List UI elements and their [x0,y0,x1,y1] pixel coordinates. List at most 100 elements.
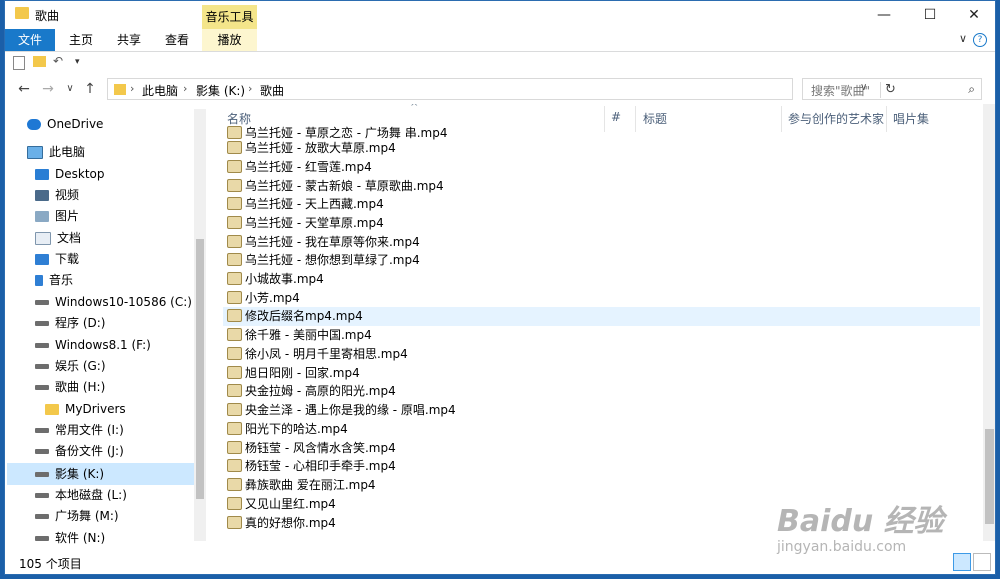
sidebar-scrollbar[interactable] [194,109,206,541]
properties-icon[interactable] [13,56,25,70]
file-row[interactable]: 小芳.mp4 [227,289,300,308]
video-file-icon [227,328,242,341]
sidebar-item-mydrivers[interactable]: MyDrivers [45,399,126,419]
sidebar-item-music[interactable]: 音乐 [35,270,73,290]
sidebar-item-downloads[interactable]: 下载 [35,249,79,269]
search-placeholder: 搜索"歌曲" [811,84,871,98]
sidebar-item-drive-j[interactable]: 备份文件 (J:) [35,441,124,461]
breadcrumb-drive-k[interactable]: 影集 (K:) [196,82,245,99]
sidebar-item-drive-l[interactable]: 本地磁盘 (L:) [35,485,127,505]
breadcrumb-separator[interactable]: › [248,82,252,95]
sidebar-item-drive-f[interactable]: Windows8.1 (F:) [35,335,151,355]
column-header-album[interactable]: 唱片集 [893,110,929,127]
sidebar-item-drive-k[interactable]: 影集 (K:) [35,464,104,484]
help-icon[interactable]: ? [973,33,987,47]
customize-dropdown-icon[interactable]: ▾ [75,57,80,67]
sidebar-scrollbar-thumb[interactable] [196,239,204,499]
breadcrumb-songs[interactable]: 歌曲 [260,82,284,99]
file-row[interactable]: 乌兰托娅 - 蒙古新娘 - 草原歌曲.mp4 [227,177,444,196]
back-button[interactable]: ← [15,80,33,98]
file-row[interactable]: 乌兰托娅 - 红雪莲.mp4 [227,158,372,177]
file-row[interactable]: 阳光下的哈达.mp4 [227,420,348,439]
breadcrumb-separator[interactable]: › [183,82,187,95]
video-file-icon [227,253,242,266]
sidebar-item-drive-g[interactable]: 娱乐 (G:) [35,356,106,376]
sidebar-item-drive-d[interactable]: 程序 (D:) [35,313,105,333]
column-header-artists[interactable]: 参与创作的艺术家 [788,110,884,127]
recent-dropdown-icon[interactable]: ∨ [61,80,79,98]
file-row[interactable]: 徐千雅 - 美丽中国.mp4 [227,326,372,345]
download-icon [35,254,49,265]
up-button[interactable]: ↑ [81,80,99,98]
file-row[interactable]: 修改后缀名mp4.mp4 [227,307,363,326]
close-button[interactable]: ✕ [951,1,995,29]
new-folder-icon[interactable] [33,56,46,67]
computer-icon [27,146,43,159]
video-file-icon [227,126,242,139]
file-row[interactable]: 杨钰莹 - 风含情水含笑.mp4 [227,439,396,458]
file-row[interactable]: 又见山里红.mp4 [227,495,336,514]
video-file-icon [227,309,242,322]
sidebar-item-drive-n[interactable]: 软件 (N:) [35,528,105,548]
maximize-button[interactable]: ☐ [907,1,953,29]
video-file-icon [227,459,242,472]
sidebar-item-desktop[interactable]: Desktop [35,164,105,184]
sidebar-item-this-pc[interactable]: 此电脑 [27,142,85,162]
file-row[interactable]: 旭日阳刚 - 回家.mp4 [227,364,360,383]
tab-home[interactable]: 主页 [59,29,103,51]
sidebar-item-drive-h[interactable]: 歌曲 (H:) [35,377,105,397]
undo-icon[interactable]: ↶ [53,54,63,68]
details-view-button[interactable] [953,553,971,571]
music-tools-tab-group[interactable]: 音乐工具 [202,5,257,29]
file-row[interactable]: 央金兰泽 - 遇上你是我的缘 - 原唱.mp4 [227,401,456,420]
breadcrumb-separator[interactable]: › [130,82,134,95]
file-row[interactable]: 小城故事.mp4 [227,270,324,289]
forward-button[interactable]: → [39,80,57,98]
file-row[interactable]: 央金拉姆 - 高原的阳光.mp4 [227,382,396,401]
sidebar-item-drive-c[interactable]: Windows10-10586 (C:) [35,292,192,312]
folder-icon [114,84,126,95]
video-file-icon [227,403,242,416]
ribbon-expand-icon[interactable]: ∨ [959,32,967,45]
sidebar-item-pictures[interactable]: 图片 [35,206,79,226]
sidebar-item-documents[interactable]: 文档 [35,228,81,248]
file-row[interactable]: 真的好想你.mp4 [227,514,336,533]
tab-view[interactable]: 查看 [155,29,199,51]
sidebar-item-drive-i[interactable]: 常用文件 (I:) [35,420,124,440]
column-divider[interactable] [604,106,605,132]
file-row[interactable]: 徐小凤 - 明月千里寄相思.mp4 [227,345,408,364]
sidebar-item-onedrive[interactable]: OneDrive [27,114,103,134]
file-list-scrollbar-thumb[interactable] [985,429,994,524]
file-list-scrollbar[interactable] [983,104,995,541]
tab-share[interactable]: 共享 [107,29,151,51]
video-icon [35,190,49,201]
column-header-title[interactable]: 标题 [643,110,667,127]
column-divider[interactable] [635,106,636,132]
tab-playback[interactable]: 播放 [202,29,257,51]
search-icon[interactable]: ⌕ [968,82,975,97]
sidebar-item-drive-m[interactable]: 广场舞 (M:) [35,506,119,526]
file-row[interactable]: 乌兰托娅 - 天堂草原.mp4 [227,214,384,233]
sort-ascending-icon: ^ [410,104,419,113]
explorer-window: 歌曲 音乐工具 — ☐ ✕ 文件 主页 共享 查看 播放 ∨ ? ↶ ▾ ← →… [4,0,996,575]
column-header-track[interactable]: # [611,110,621,124]
file-row[interactable]: 乌兰托娅 - 我在草原等你来.mp4 [227,233,420,252]
folder-icon [15,7,29,19]
drive-icon [35,343,49,348]
ribbon-tabs: 文件 主页 共享 查看 播放 ∨ ? [5,29,995,52]
address-bar[interactable]: › 此电脑 › 影集 (K:) › 歌曲 ∨ ↻ [107,78,896,100]
tab-file[interactable]: 文件 [5,29,55,51]
file-row[interactable]: 杨钰莹 - 心相印手牵手.mp4 [227,457,396,476]
drive-icon [35,321,49,326]
large-icons-view-button[interactable] [973,553,991,571]
minimize-button[interactable]: — [861,1,907,29]
file-row[interactable]: 彝族歌曲 爱在丽江.mp4 [227,476,376,495]
file-row[interactable]: 乌兰托娅 - 放歌大草原.mp4 [227,139,396,158]
file-row[interactable]: 乌兰托娅 - 天上西藏.mp4 [227,195,384,214]
search-box[interactable]: 搜索"歌曲" ⌕ [802,78,982,100]
file-row[interactable]: 乌兰托娅 - 想你想到草绿了.mp4 [227,251,420,270]
sidebar-item-videos[interactable]: 视频 [35,185,79,205]
breadcrumb-this-pc[interactable]: 此电脑 [142,82,178,99]
column-divider[interactable] [886,106,887,132]
column-divider[interactable] [781,106,782,132]
